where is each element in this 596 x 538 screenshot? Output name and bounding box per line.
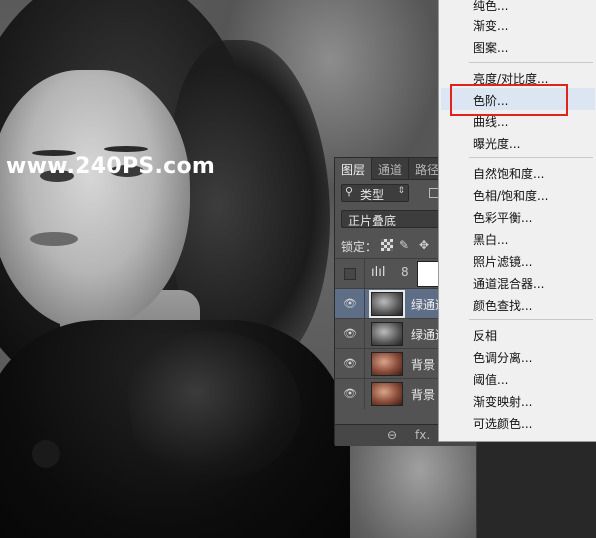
highlight-annotation-box bbox=[450, 84, 568, 116]
move-icon[interactable]: ✥ bbox=[419, 238, 429, 252]
menu-item-vibrance[interactable]: 自然饱和度... bbox=[473, 165, 544, 182]
divider bbox=[364, 349, 365, 379]
menu-item-selective-color[interactable]: 可选颜色... bbox=[473, 415, 532, 432]
lock-transparency-icon[interactable] bbox=[381, 239, 393, 251]
menu-item-invert[interactable]: 反相 bbox=[473, 327, 497, 344]
divider bbox=[364, 379, 365, 409]
right-brow bbox=[104, 146, 148, 152]
menu-item-color-lookup[interactable]: 颜色查找... bbox=[473, 297, 532, 314]
divider bbox=[364, 289, 365, 319]
blend-mode-select[interactable]: 正片叠底 bbox=[341, 210, 451, 228]
brush-icon[interactable]: ✎ bbox=[399, 238, 409, 252]
blend-mode-value: 正片叠底 bbox=[348, 214, 397, 228]
layer-name: 背景 bbox=[411, 388, 436, 402]
layer-thumbnail bbox=[369, 290, 405, 318]
layer-thumbnail bbox=[371, 322, 403, 346]
coat-button bbox=[32, 440, 60, 468]
panel-background bbox=[476, 442, 596, 538]
eye-icon[interactable]: 👁 bbox=[343, 387, 357, 401]
layer-thumbnail bbox=[371, 352, 403, 376]
menu-item-photo-filter[interactable]: 照片滤镜... bbox=[473, 253, 532, 270]
eye-icon[interactable]: 👁 bbox=[343, 357, 357, 371]
menu-item-black-white[interactable]: 黑白... bbox=[473, 231, 508, 248]
menu-separator bbox=[469, 157, 593, 158]
divider bbox=[476, 442, 477, 538]
menu-item-threshold[interactable]: 阈值... bbox=[473, 371, 508, 388]
chevron-updown-icon: ⇕ bbox=[397, 186, 405, 196]
menu-separator bbox=[469, 62, 593, 63]
menu-item-posterize[interactable]: 色调分离... bbox=[473, 349, 532, 366]
menu-item-channel-mixer[interactable]: 通道混合器... bbox=[473, 275, 544, 292]
filter-kind-select[interactable]: ⚲ 类型 ⇕ bbox=[341, 184, 409, 202]
tab-layers[interactable]: 图层 bbox=[335, 158, 373, 180]
divider bbox=[364, 259, 365, 289]
layer-thumbnail bbox=[371, 382, 403, 406]
menu-item-exposure[interactable]: 曝光度... bbox=[473, 135, 520, 152]
visibility-toggle[interactable] bbox=[344, 268, 356, 280]
adjustment-layer-menu: 纯色... 渐变... 图案... 亮度/对比度... 色阶... 曲线... … bbox=[438, 0, 596, 442]
mouth bbox=[30, 232, 78, 246]
link-icon[interactable]: ⊖ bbox=[387, 428, 397, 442]
menu-item-gradient[interactable]: 渐变... bbox=[473, 17, 508, 34]
menu-item-solid-color[interactable]: 纯色... bbox=[473, 0, 508, 14]
menu-item-pattern[interactable]: 图案... bbox=[473, 39, 508, 56]
divider bbox=[364, 319, 365, 349]
tab-channels[interactable]: 通道 bbox=[372, 158, 410, 180]
fx-icon[interactable]: fx. bbox=[415, 428, 430, 442]
filter-kind-label: 类型 bbox=[360, 188, 385, 202]
menu-item-hue-saturation[interactable]: 色相/饱和度... bbox=[473, 187, 549, 204]
layer-name: 背景 bbox=[411, 358, 436, 372]
levels-adjustment-icon: ılıl bbox=[371, 265, 386, 280]
lock-label: 锁定： bbox=[341, 240, 378, 254]
eye-icon[interactable]: 👁 bbox=[343, 327, 357, 341]
chain-link-icon[interactable]: 8 bbox=[401, 265, 409, 279]
watermark: www.240PS.com bbox=[6, 154, 216, 179]
menu-separator bbox=[469, 319, 593, 320]
eye-icon[interactable]: 👁 bbox=[343, 297, 357, 311]
search-icon: ⚲ bbox=[345, 185, 354, 198]
menu-item-color-balance[interactable]: 色彩平衡... bbox=[473, 209, 532, 226]
menu-item-gradient-map[interactable]: 渐变映射... bbox=[473, 393, 532, 410]
